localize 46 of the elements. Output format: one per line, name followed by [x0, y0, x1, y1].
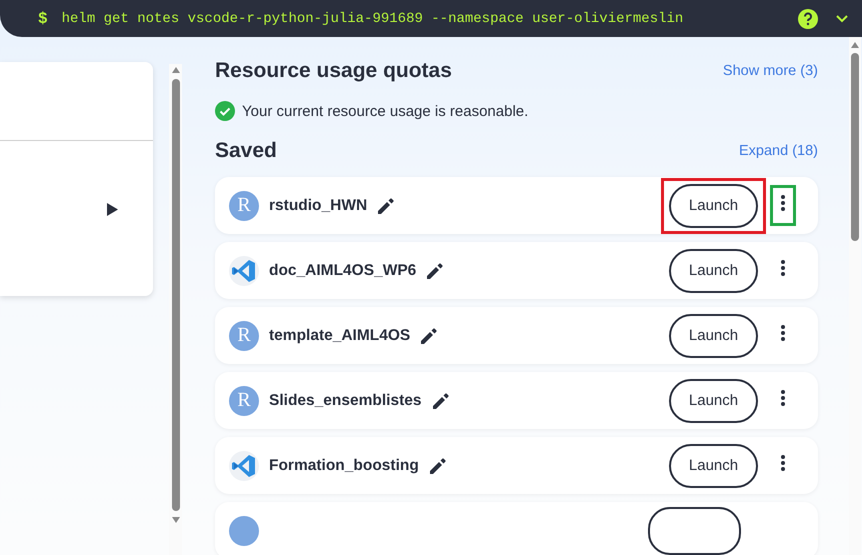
service-name: Slides_ensemblistes	[269, 392, 422, 410]
command-text: helm get notes vscode-r-python-julia-991689 --namespace user-oliviermeslin	[62, 10, 684, 26]
expand-link[interactable]: Expand (18)	[739, 143, 818, 159]
code-editor-logo-icon	[229, 450, 259, 480]
more-options-icon[interactable]	[781, 195, 785, 211]
launch-button[interactable]: Launch	[669, 444, 758, 488]
service-name: Formation_boosting	[269, 456, 419, 474]
section-title: Saved	[215, 139, 277, 163]
pencil-icon[interactable]	[420, 326, 438, 344]
status-text: Your current resource usage is reasonable.	[242, 102, 528, 120]
pencil-icon[interactable]	[432, 392, 450, 410]
scroll-up-icon[interactable]	[172, 67, 180, 73]
show-more-link[interactable]: Show more (3)	[722, 63, 818, 79]
saved-service-card[interactable]: Formation_boosting Launch	[215, 437, 818, 494]
service-name: rstudio_HWN	[269, 196, 368, 214]
service-name: template_AIML4OS	[269, 326, 410, 344]
more-options-icon[interactable]	[781, 455, 785, 471]
launch-button[interactable]: Launch	[669, 248, 758, 292]
help-icon[interactable]	[798, 8, 818, 28]
saved-service-card[interactable]: R template_AIML4OS Launch	[215, 307, 818, 364]
more-options-icon[interactable]	[781, 390, 785, 406]
play-triangle-icon[interactable]	[107, 203, 118, 216]
code-editor-logo-icon	[229, 256, 259, 286]
r-logo-icon: R	[229, 190, 259, 220]
pencil-icon[interactable]	[426, 262, 444, 280]
r-logo-icon: R	[229, 320, 259, 350]
chevron-down-icon[interactable]	[836, 14, 848, 22]
r-logo-icon: R	[229, 386, 259, 416]
r-logo-icon	[229, 516, 259, 546]
launch-button[interactable]: Launch	[669, 378, 758, 422]
more-options-icon[interactable]	[781, 325, 785, 341]
launch-button[interactable]: Launch	[669, 184, 758, 228]
scroll-up-icon[interactable]	[851, 42, 859, 48]
scroll-thumb[interactable]	[851, 53, 859, 241]
scroll-down-icon[interactable]	[172, 517, 180, 523]
pencil-icon[interactable]	[377, 196, 396, 214]
scroll-thumb[interactable]	[172, 79, 180, 511]
more-options-icon[interactable]	[781, 260, 785, 276]
saved-service-card[interactable]: R rstudio_HWN Launch	[215, 177, 818, 234]
prompt-symbol: $	[38, 10, 48, 28]
service-name: doc_AIML4OS_WP6	[269, 262, 416, 280]
pencil-icon[interactable]	[428, 456, 447, 474]
launch-button[interactable]: Launch	[669, 314, 758, 358]
section-title: Resource usage quotas	[215, 59, 452, 83]
saved-service-card[interactable]: R Slides_ensemblistes Launch	[215, 372, 818, 429]
saved-service-card[interactable]: doc_AIML4OS_WP6 Launch	[215, 242, 818, 299]
